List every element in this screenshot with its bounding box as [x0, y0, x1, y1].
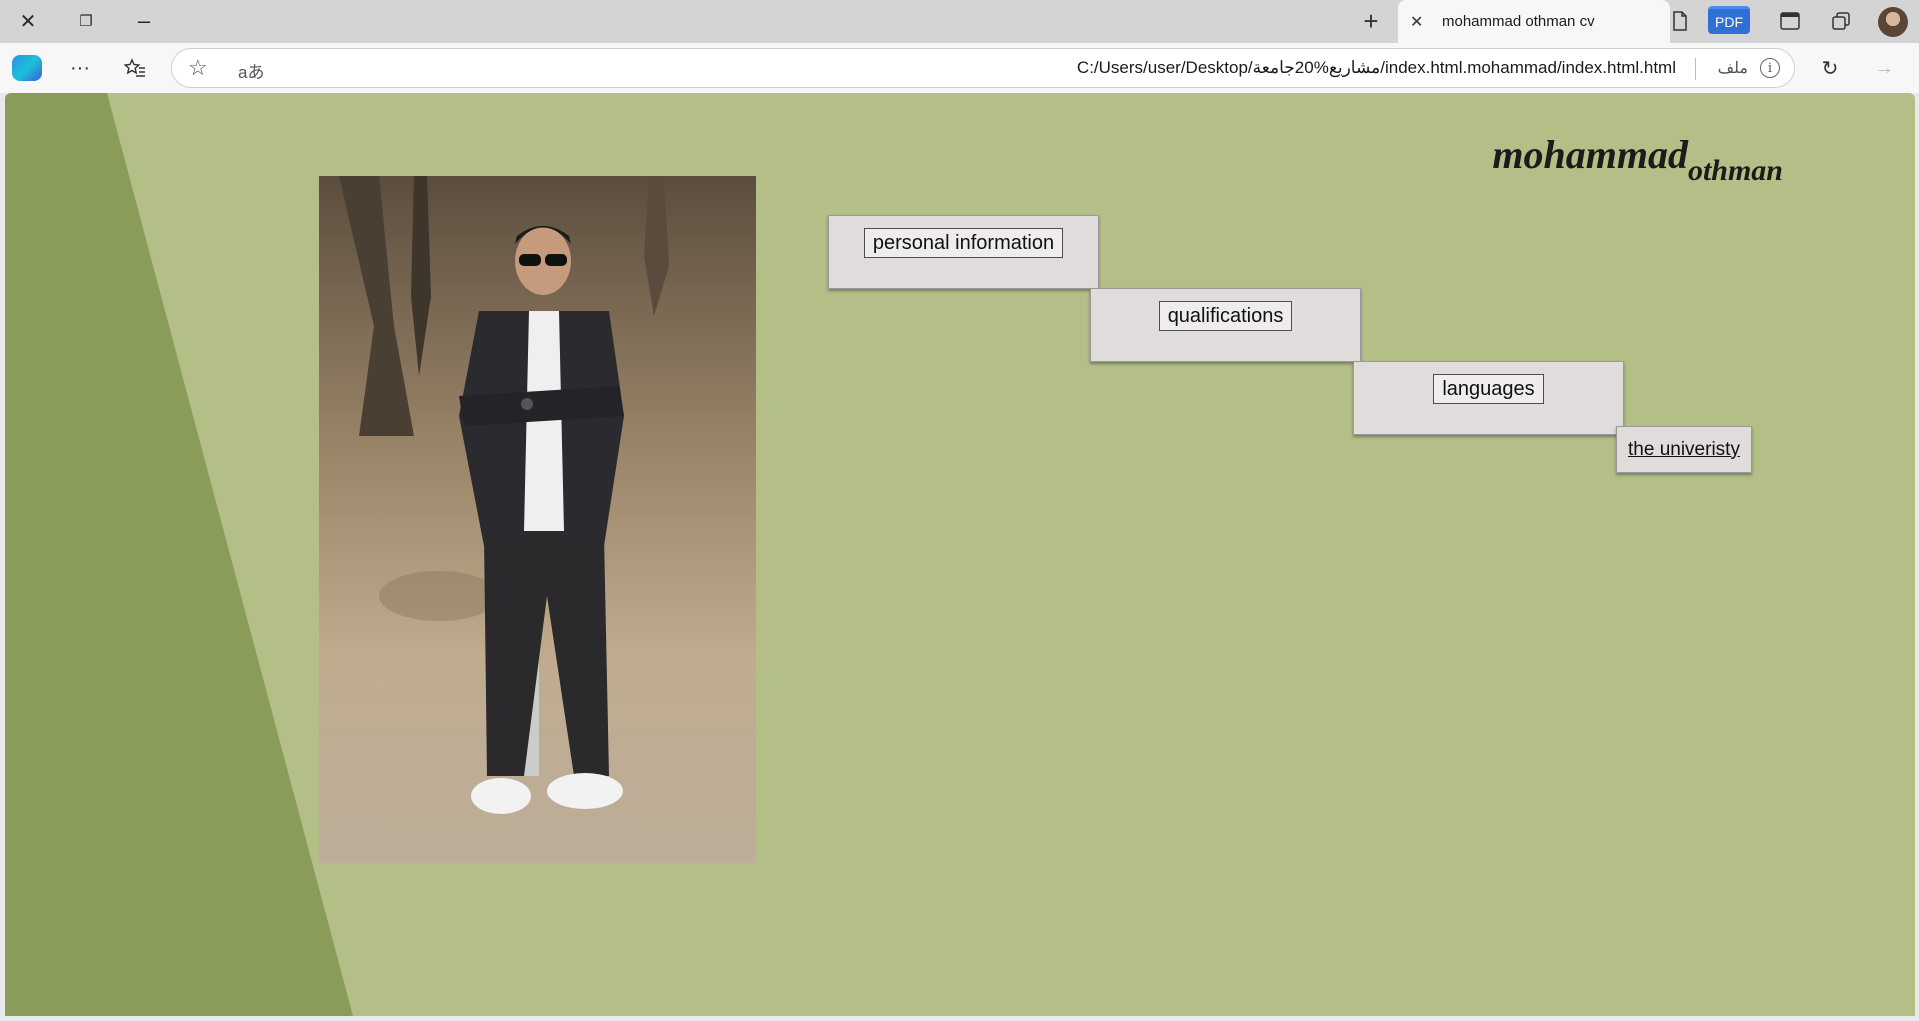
qualifications-box: qualifications [1090, 288, 1361, 362]
profile-avatar[interactable] [1878, 7, 1908, 37]
languages-button[interactable]: languages [1433, 374, 1544, 404]
minimize-window-icon[interactable]: – [124, 6, 164, 36]
read-aloud-icon[interactable]: aあ [238, 58, 264, 83]
personal-information-box: personal information [828, 215, 1099, 289]
close-window-icon[interactable]: ✕ [8, 6, 48, 36]
site-info-icon[interactable]: i [1760, 58, 1780, 78]
address-bar[interactable]: ☆ aあ C:/Users/user/Desktop/مشاريع%20جامع… [171, 48, 1795, 88]
refresh-icon[interactable]: ↻ [1813, 52, 1847, 84]
restore-window-icon[interactable]: ❐ [66, 6, 106, 36]
university-link[interactable]: the univeristy [1628, 439, 1740, 461]
name-main: mohammad [1492, 132, 1688, 177]
name-sub: othman [1687, 154, 1783, 187]
favorites-icon[interactable] [118, 52, 152, 84]
file-label: ملف [1717, 60, 1748, 77]
active-tab[interactable]: ✕ mohammad othman cv [1398, 0, 1670, 43]
address-separator [1695, 58, 1696, 80]
document-icon[interactable] [1665, 8, 1695, 34]
split-screen-icon[interactable] [1775, 8, 1805, 34]
more-options-icon[interactable]: ··· [63, 52, 97, 84]
new-tab-button[interactable]: + [1355, 6, 1387, 36]
personal-information-button[interactable]: personal information [863, 228, 1064, 258]
tab-title: mohammad othman cv [1442, 13, 1595, 30]
pdf-button[interactable]: PDF [1708, 6, 1750, 34]
forward-icon[interactable]: → [1867, 52, 1901, 84]
languages-box: languages [1353, 361, 1624, 435]
browser-toolbar: ··· ☆ aあ C:/Users/user/Desktop/مشاريع%20… [0, 43, 1919, 93]
web-page: mohammadothman personal information qual… [5, 93, 1915, 1016]
copilot-icon[interactable] [12, 55, 42, 81]
tab-close-icon[interactable]: ✕ [1410, 12, 1434, 32]
add-favorite-icon[interactable]: ☆ [188, 55, 208, 81]
profile-photo [319, 176, 756, 863]
collections-icon[interactable] [1826, 8, 1856, 34]
qualifications-button[interactable]: qualifications [1158, 301, 1293, 331]
university-box: the univeristy [1616, 426, 1752, 473]
browser-title-bar: ✕ ❐ – + ✕ mohammad othman cv PDF [0, 0, 1919, 43]
url-text[interactable]: C:/Users/user/Desktop/مشاريع%20جامعة/ind… [1077, 58, 1676, 78]
page-title: mohammadothman [1492, 131, 1783, 188]
